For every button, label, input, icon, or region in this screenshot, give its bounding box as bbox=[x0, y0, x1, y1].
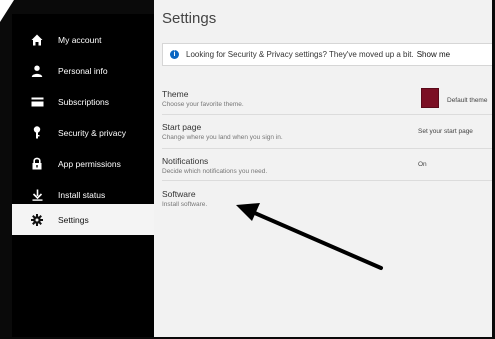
notifications-value[interactable]: On bbox=[418, 161, 427, 168]
lock-icon bbox=[24, 157, 50, 170]
sidebar-item-label: Subscriptions bbox=[58, 96, 110, 107]
key-icon bbox=[24, 126, 50, 139]
sidebar-item-label: Security & privacy bbox=[58, 127, 127, 138]
sidebar-item-settings[interactable]: Settings bbox=[12, 204, 154, 235]
info-banner: i Looking for Security & Privacy setting… bbox=[162, 43, 495, 66]
sidebar-item-personal-info[interactable]: Personal info bbox=[12, 55, 154, 86]
page-title: Settings bbox=[162, 10, 217, 27]
setting-title: Software bbox=[162, 189, 196, 199]
sidebar-item-my-account[interactable]: My account bbox=[12, 24, 154, 55]
sidebar-item-label: Settings bbox=[58, 214, 89, 225]
home-icon bbox=[24, 34, 50, 46]
theme-value[interactable]: Default theme bbox=[447, 97, 487, 104]
sidebar-item-label: My account bbox=[58, 34, 102, 45]
download-icon bbox=[24, 189, 50, 201]
sidebar-item-label: Install status bbox=[58, 189, 106, 200]
show-me-link[interactable]: Show me bbox=[417, 50, 450, 59]
sidebar-item-app-permissions[interactable]: App permissions bbox=[12, 148, 154, 179]
setting-description: Decide which notifications you need. bbox=[162, 168, 268, 175]
sidebar-item-label: Personal info bbox=[58, 65, 108, 76]
setting-description: Change where you land when you sign in. bbox=[162, 134, 283, 141]
gear-icon bbox=[24, 213, 50, 226]
software-setting[interactable]: Software Install software. bbox=[162, 189, 482, 208]
divider bbox=[162, 148, 495, 149]
settings-panel: Settings i Looking for Security & Privac… bbox=[154, 0, 495, 339]
info-banner-text: Looking for Security & Privacy settings?… bbox=[186, 50, 414, 59]
sidebar-item-subscriptions[interactable]: Subscriptions bbox=[12, 86, 154, 117]
card-icon bbox=[24, 97, 50, 107]
setting-description: Install software. bbox=[162, 201, 208, 208]
sidebar-item-security-privacy[interactable]: Security & privacy bbox=[12, 117, 154, 148]
sidebar-nav: My account Personal info Subscriptions S… bbox=[12, 14, 154, 339]
person-icon bbox=[24, 65, 50, 77]
theme-swatch[interactable] bbox=[421, 88, 439, 108]
setting-title: Notifications bbox=[162, 156, 209, 166]
notifications-setting[interactable]: Notifications Decide which notifications… bbox=[162, 156, 482, 175]
info-icon: i bbox=[170, 50, 179, 59]
divider bbox=[162, 180, 495, 181]
sidebar-item-label: App permissions bbox=[58, 158, 121, 169]
start-page-value[interactable]: Set your start page bbox=[418, 128, 473, 135]
divider bbox=[162, 114, 495, 115]
